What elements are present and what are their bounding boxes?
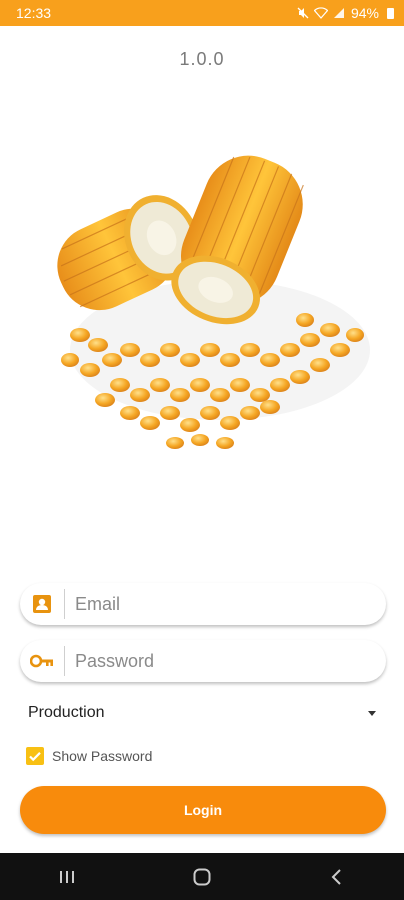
- environment-dropdown[interactable]: Production: [28, 700, 376, 726]
- wifi-icon: [313, 7, 328, 19]
- battery-percentage: 94%: [350, 5, 379, 21]
- recents-button[interactable]: [37, 857, 97, 897]
- recents-icon: [60, 870, 75, 883]
- signal-icon: [333, 8, 344, 18]
- home-icon: [193, 868, 211, 885]
- email-field[interactable]: [20, 583, 386, 625]
- show-password-label: Show Password: [52, 748, 153, 764]
- dropdown-arrow-icon: [368, 710, 376, 716]
- corn-image: [57, 155, 370, 449]
- password-input[interactable]: [65, 640, 386, 682]
- system-nav-bar: [0, 853, 404, 900]
- status-bar: 12:33 94%: [0, 0, 404, 26]
- show-password-toggle[interactable]: Show Password: [26, 747, 152, 765]
- email-input[interactable]: [65, 583, 386, 625]
- key-icon: [30, 654, 53, 668]
- back-button[interactable]: [307, 857, 367, 897]
- mute-icon: [297, 7, 309, 19]
- battery-icon: [387, 7, 394, 19]
- environment-selected-value: Production: [28, 704, 105, 721]
- app-version: 1.0.0: [179, 49, 225, 69]
- login-button[interactable]: Login: [20, 786, 386, 834]
- password-field[interactable]: [20, 640, 386, 682]
- show-password-checkbox[interactable]: [26, 747, 44, 765]
- contact-card-icon: [33, 595, 51, 613]
- status-icons-group: 94%: [297, 5, 394, 21]
- home-button[interactable]: [172, 857, 232, 897]
- status-time: 12:33: [16, 5, 52, 21]
- checkmark-icon: [29, 752, 41, 762]
- back-icon: [331, 868, 341, 885]
